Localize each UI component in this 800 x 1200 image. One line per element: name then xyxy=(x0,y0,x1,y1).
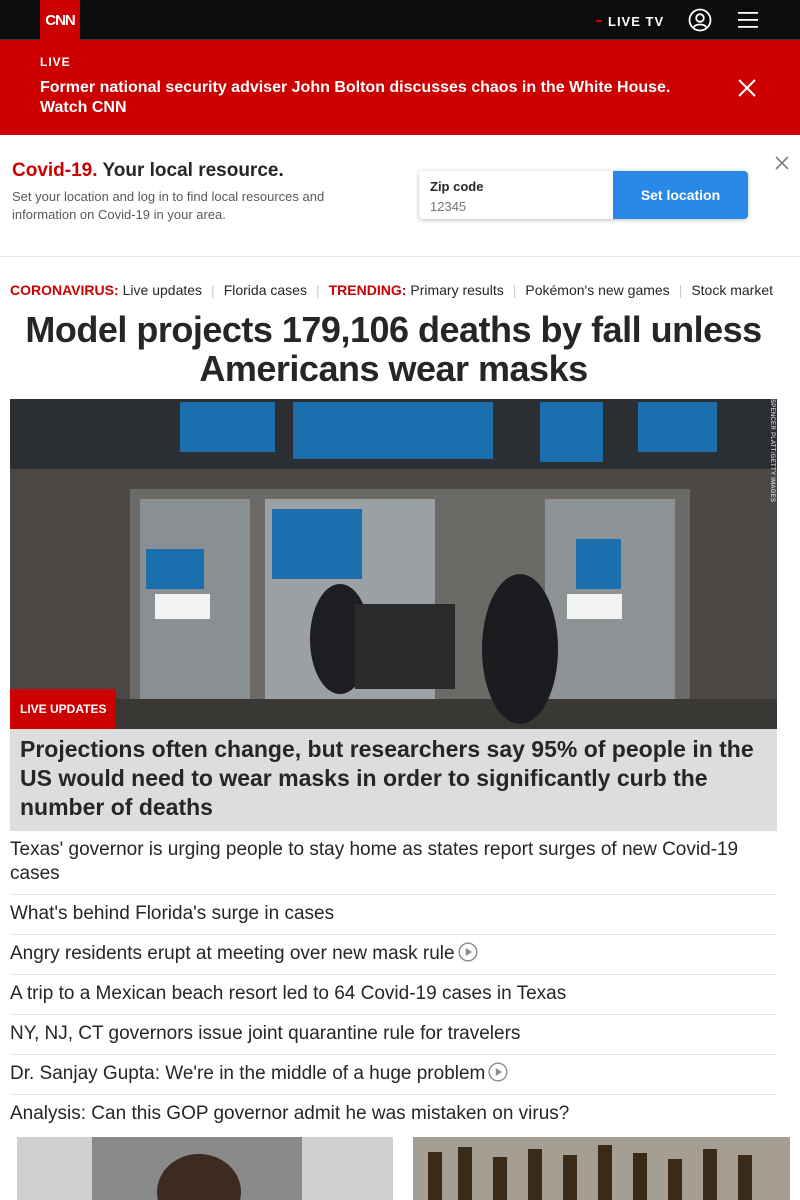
story-link[interactable]: Angry residents erupt at meeting over ne… xyxy=(10,943,455,964)
set-location-button[interactable]: Set location xyxy=(613,171,748,219)
zip-code-label: Zip code xyxy=(430,179,484,194)
list-item[interactable]: NY, NJ, CT governors issue joint quarant… xyxy=(10,1015,777,1055)
divider: | xyxy=(211,282,215,298)
account-icon[interactable] xyxy=(688,8,712,32)
play-video-icon xyxy=(488,1062,508,1082)
live-banner[interactable]: LIVE Former national security adviser Jo… xyxy=(0,40,800,135)
live-tv-link[interactable]: LIVE TV xyxy=(596,12,664,30)
story-link[interactable]: A trip to a Mexican beach resort led to … xyxy=(10,983,566,1004)
list-item[interactable]: A trip to a Mexican beach resort led to … xyxy=(10,975,777,1015)
zip-code-form: Zip code Set location xyxy=(419,171,748,219)
cnn-logo[interactable]: CNN xyxy=(40,0,80,40)
covid-resource-description: Set your location and log in to find loc… xyxy=(12,189,325,222)
close-icon[interactable] xyxy=(737,78,757,98)
live-tv-label: LIVE TV xyxy=(608,13,665,29)
close-icon[interactable] xyxy=(774,155,790,171)
story-link[interactable]: Analysis: Can this GOP governor admit he… xyxy=(10,1103,569,1124)
trending-tag: TRENDING: xyxy=(328,282,407,298)
live-label: LIVE xyxy=(40,55,71,69)
trending-link[interactable]: Florida cases xyxy=(224,282,307,298)
divider: | xyxy=(315,282,320,298)
trending-link[interactable]: Primary results xyxy=(410,282,503,298)
photo-credit: SPENCER PLATT/GETTY IMAGES xyxy=(769,399,775,503)
zip-code-input[interactable] xyxy=(430,197,600,215)
list-item[interactable]: Analysis: Can this GOP governor admit he… xyxy=(10,1095,777,1134)
play-video-icon xyxy=(458,942,478,962)
top-nav-bar: CNN LIVE TV xyxy=(0,0,800,40)
list-item[interactable]: What's behind Florida's surge in cases xyxy=(10,895,777,935)
menu-icon[interactable] xyxy=(738,11,758,29)
hero-caption[interactable]: Projections often change, but researcher… xyxy=(10,729,777,831)
thumbnail-photo xyxy=(17,1137,393,1200)
live-dot-icon xyxy=(596,20,602,22)
page-title[interactable]: Model projects 179,106 deaths by fall un… xyxy=(10,310,777,388)
covid-title-rest: Your local resource. xyxy=(102,160,284,181)
live-headline[interactable]: Former national security adviser John Bo… xyxy=(40,78,720,118)
story-link[interactable]: NY, NJ, CT governors issue joint quarant… xyxy=(10,1023,520,1044)
story-link[interactable]: Dr. Sanjay Gupta: We're in the middle of… xyxy=(10,1063,485,1084)
trending-link[interactable]: Live updates xyxy=(123,282,202,298)
trending-bar: CORONAVIRUS: Live updates | Florida case… xyxy=(10,280,800,300)
story-thumbnail[interactable] xyxy=(413,1137,790,1200)
live-updates-badge[interactable]: LIVE UPDATES xyxy=(10,689,117,729)
story-list: Texas' governor is urging people to stay… xyxy=(10,831,777,1134)
story-link[interactable]: Texas' governor is urging people to stay… xyxy=(10,839,738,884)
list-item[interactable]: Dr. Sanjay Gupta: We're in the middle of… xyxy=(10,1055,777,1095)
trending-link[interactable]: Pokémon's new games xyxy=(525,282,669,298)
list-item[interactable]: Texas' governor is urging people to stay… xyxy=(10,831,777,895)
hero-image[interactable]: SPENCER PLATT/GETTY IMAGES LIVE UPDATES … xyxy=(10,399,777,831)
story-thumbnail[interactable] xyxy=(17,1137,393,1200)
list-item[interactable]: Angry residents erupt at meeting over ne… xyxy=(10,935,777,975)
covid-resource-panel: Covid-19. Your local resource. Set your … xyxy=(0,135,800,257)
thumbnail-photo xyxy=(413,1137,790,1200)
covid-resource-title: Covid-19. Your local resource. xyxy=(12,160,284,182)
story-link[interactable]: What's behind Florida's surge in cases xyxy=(10,903,334,924)
trending-link[interactable]: Stock market xyxy=(691,282,773,298)
covid-title-red: Covid-19. xyxy=(12,160,98,181)
divider: | xyxy=(512,282,517,298)
divider: | xyxy=(678,282,683,298)
coronavirus-tag: CORONAVIRUS: xyxy=(10,282,119,298)
